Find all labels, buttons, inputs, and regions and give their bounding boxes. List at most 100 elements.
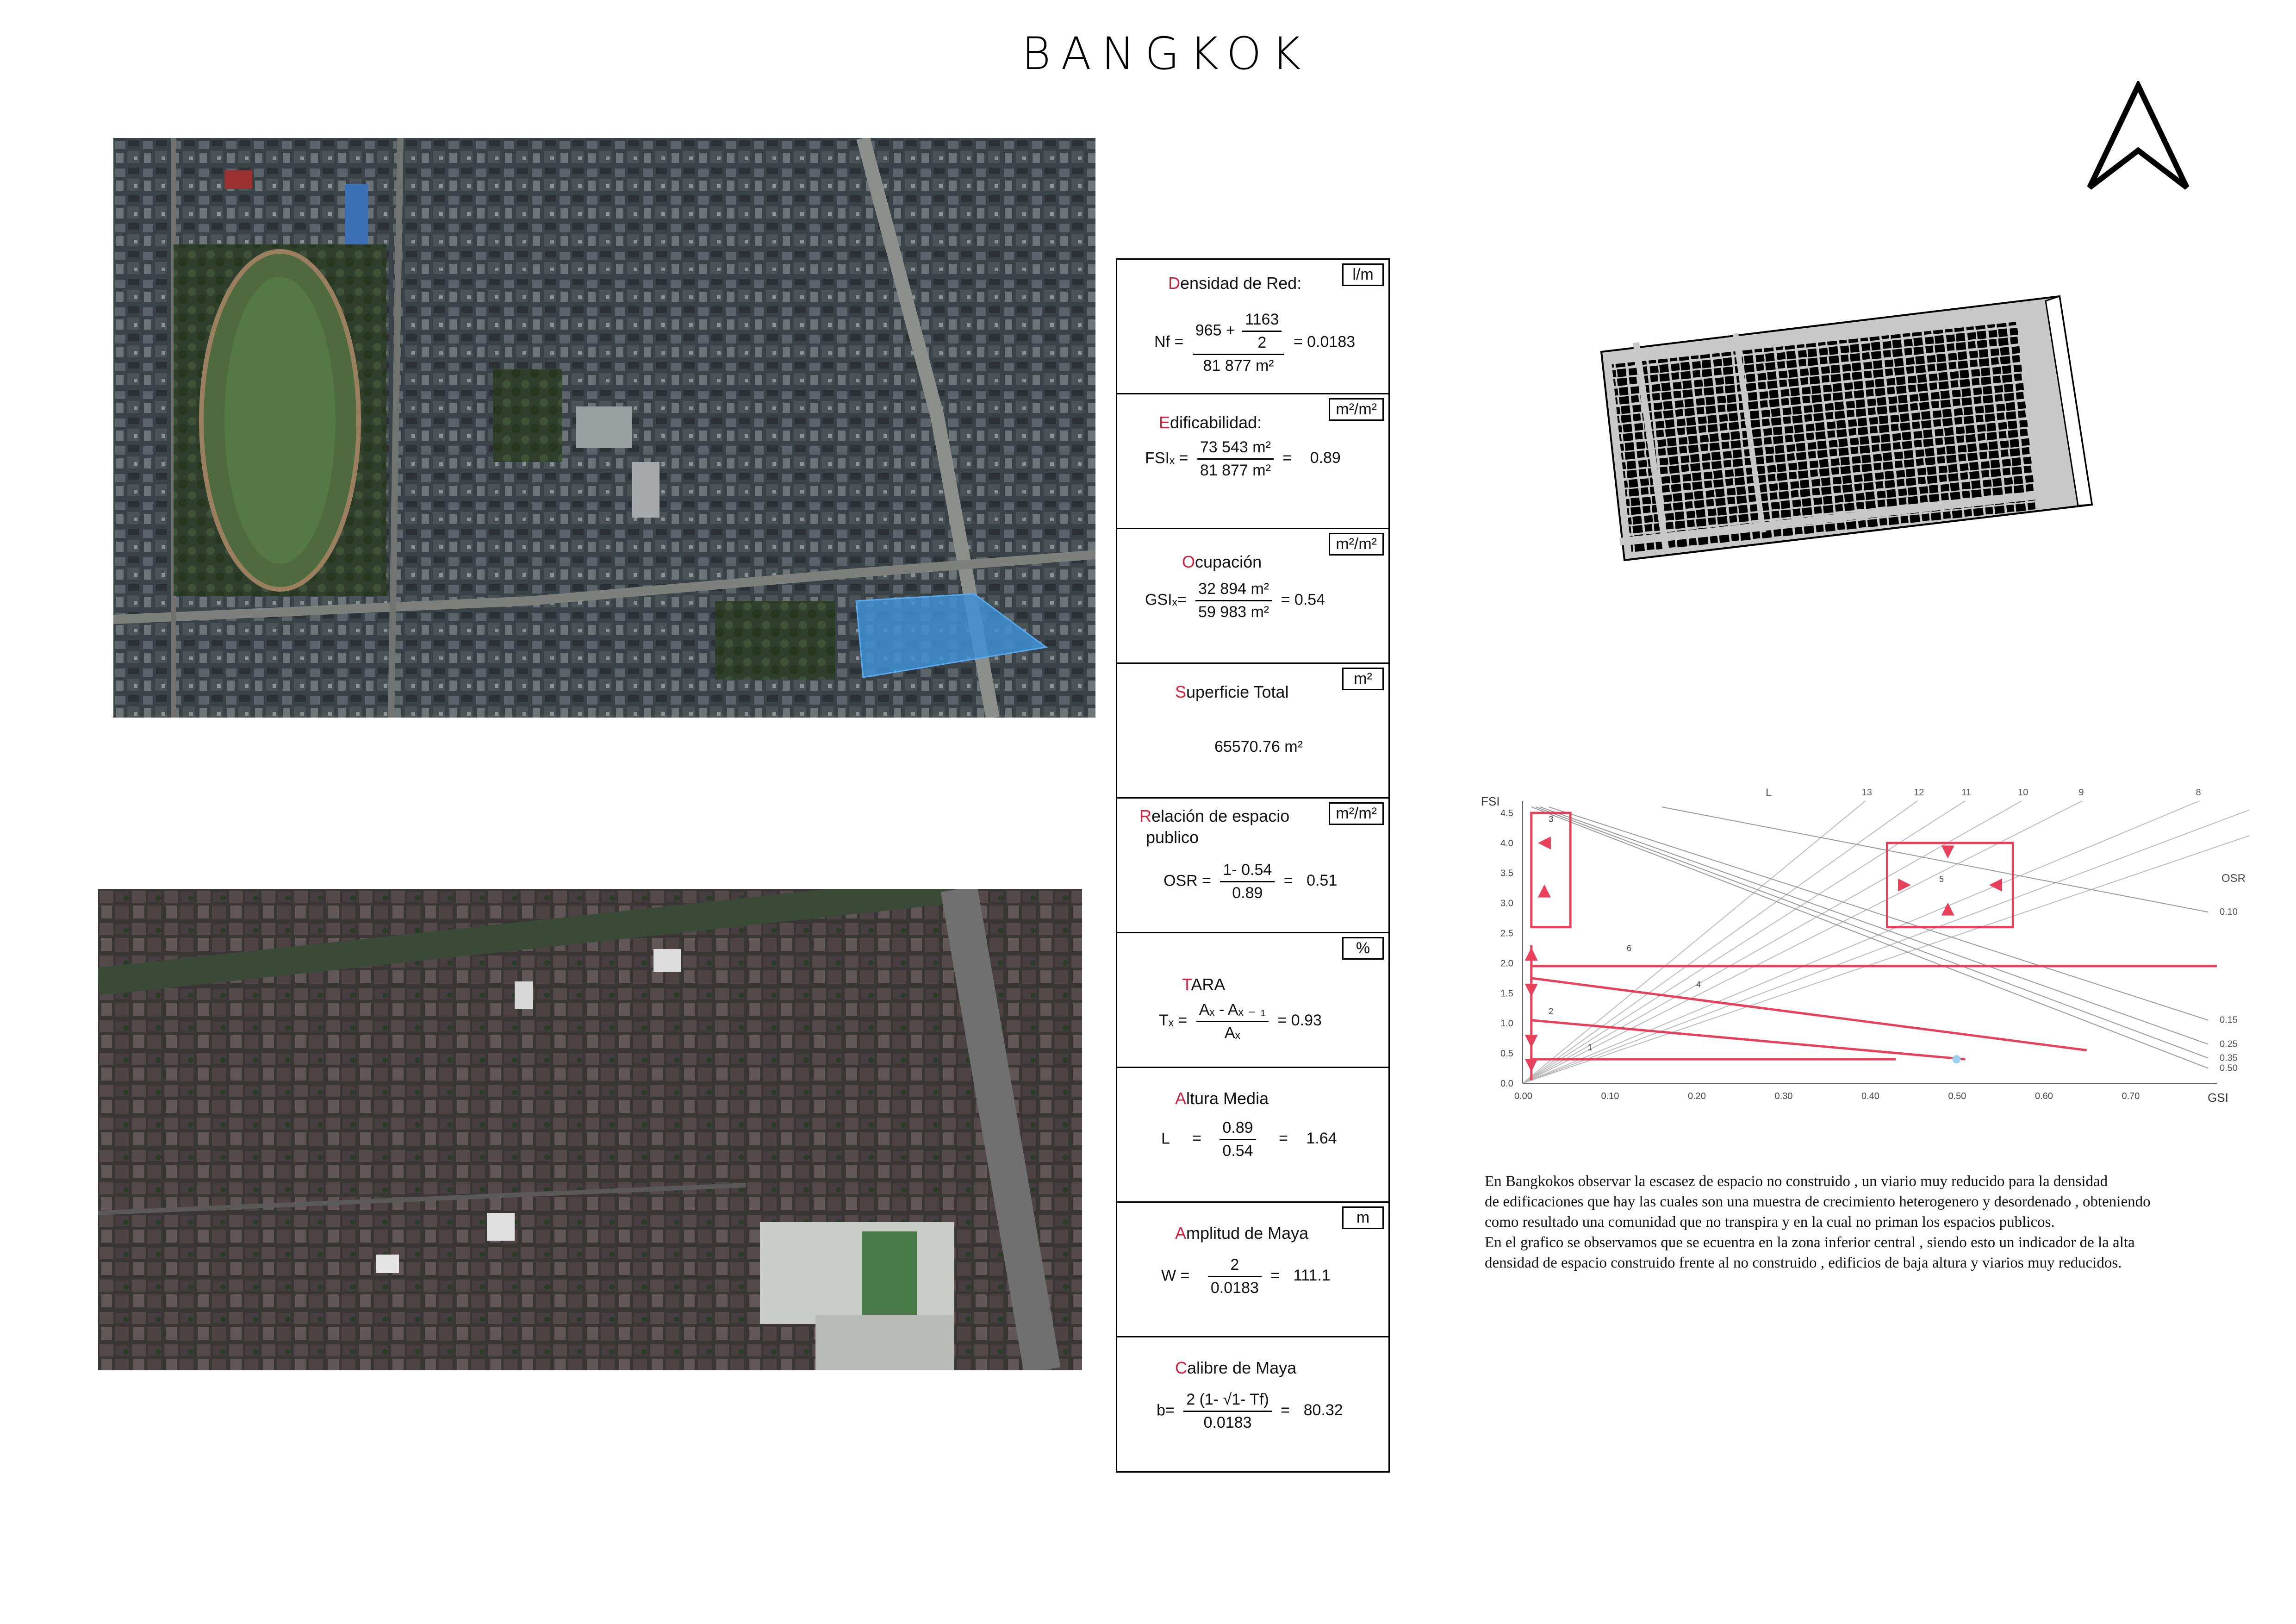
arrow-icon bbox=[1524, 983, 1538, 997]
y-tick-label: 4.0 bbox=[1500, 838, 1513, 849]
y-tick-label: 0.0 bbox=[1500, 1079, 1513, 1089]
aerial-overview-image bbox=[113, 138, 1095, 718]
unit-label: % bbox=[1342, 937, 1384, 960]
unit-label: m² bbox=[1342, 668, 1384, 690]
l-ray bbox=[1522, 800, 1918, 1084]
north-arrow-icon bbox=[2083, 79, 2194, 192]
metric-value: 111.1 bbox=[1293, 1267, 1331, 1285]
metric-title: Edificabilidad: bbox=[1159, 413, 1262, 432]
osr-value-label: 0.35 bbox=[2220, 1053, 2238, 1063]
y-tick-label: 1.5 bbox=[1500, 988, 1513, 999]
spacemate-chart: FSI GSI OSR L 1312111098760.100.150.250.… bbox=[1472, 787, 2296, 1139]
arrow-icon bbox=[1524, 1035, 1538, 1048]
metric-formula: Tₓ = Aₓ - Aₓ ₋ ₁ Aₓ = 0.93 bbox=[1159, 1001, 1322, 1042]
arrow-icon bbox=[1524, 1059, 1538, 1072]
metric-value: 0.93 bbox=[1291, 1011, 1322, 1029]
y-tick-label: 3.0 bbox=[1500, 899, 1513, 909]
metric-value: 80.32 bbox=[1303, 1401, 1343, 1419]
y-tick-label: 2.0 bbox=[1500, 958, 1513, 968]
metric-formula: L = 0.89 0.54 = 1.64 bbox=[1161, 1119, 1337, 1160]
unit-label: m²/m² bbox=[1329, 398, 1384, 421]
metric-ocupacion: m²/m² Ocupación GSIₓ= 32 894 m² 59 983 m²… bbox=[1117, 529, 1388, 664]
metric-formula: FSIₓ = 73 543 m² 81 877 m² = 0.89 bbox=[1145, 438, 1341, 479]
y-tick-label: 1.0 bbox=[1500, 1018, 1513, 1029]
x-tick-label: 0.40 bbox=[1861, 1091, 1879, 1101]
metric-value: 0.51 bbox=[1307, 872, 1338, 890]
metric-title: TARA bbox=[1182, 975, 1226, 994]
zone-number-label: 6 bbox=[1627, 943, 1631, 953]
x-tick-label: 0.00 bbox=[1514, 1091, 1532, 1101]
metric-title: Calibre de Maya bbox=[1175, 1358, 1297, 1377]
l-value-label: 10 bbox=[2018, 787, 2028, 798]
l-value-label: 11 bbox=[1961, 787, 1971, 798]
metric-value: 65570.76 m² bbox=[1214, 738, 1303, 756]
zone-3-box bbox=[1530, 812, 1572, 929]
chart-axes bbox=[1522, 801, 2217, 1084]
osr-value-label: 0.15 bbox=[2220, 1015, 2238, 1025]
metric-formula: OSR = 1- 0.54 0.89 = 0.51 bbox=[1164, 861, 1338, 902]
chart-ticks: 1312111098760.100.150.250.350.500.000.10… bbox=[1500, 787, 2275, 1101]
metric-calibre-maya: Calibre de Maya b= 2 (1- √1- Tf) 0.0183 =… bbox=[1117, 1337, 1388, 1471]
metric-amplitud-maya: m Amplitud de Maya W = 2 0.0183 = 111.1 bbox=[1117, 1203, 1388, 1337]
l-ray bbox=[1522, 800, 1866, 1084]
osr-curve bbox=[1535, 806, 2209, 1059]
arrow-icon bbox=[1537, 884, 1551, 898]
metric-formula: Nf = 965 + 1163 2 81 877 m² = 0.0183 bbox=[1154, 311, 1356, 375]
metric-value: 0.54 bbox=[1294, 591, 1325, 609]
arrow-icon bbox=[1989, 878, 2002, 892]
unit-label: m²/m² bbox=[1329, 802, 1384, 825]
l-value-label: 9 bbox=[2078, 787, 2084, 798]
metric-title: Ocupación bbox=[1182, 552, 1262, 571]
zone-number-label: 5 bbox=[1939, 874, 1944, 884]
arrow-icon bbox=[1941, 902, 1954, 916]
arrow-icon bbox=[1537, 836, 1551, 849]
metric-formula: GSIₓ= 32 894 m² 59 983 m² = 0.54 bbox=[1145, 580, 1325, 621]
arrow-icon bbox=[1898, 878, 1911, 892]
description-line: densidad de espacio construido frente al… bbox=[1485, 1255, 2122, 1271]
l-value-label: 13 bbox=[1862, 787, 1872, 798]
metric-title: Superficie Total bbox=[1175, 682, 1289, 701]
metric-formula: W = 2 0.0183 = 111.1 bbox=[1161, 1256, 1331, 1297]
metric-tara: % TARA Tₓ = Aₓ - Aₓ ₋ ₁ Aₓ = 0.93 bbox=[1117, 933, 1388, 1068]
y-axis-label: FSI bbox=[1481, 794, 1500, 808]
y-tick-label: 4.5 bbox=[1500, 808, 1513, 818]
metric-title: Relación de espacio publico bbox=[1139, 806, 1290, 847]
metric-title: Altura Media bbox=[1175, 1089, 1269, 1108]
metric-value: 0.89 bbox=[1310, 449, 1341, 467]
metric-superficie-total: m² Superficie Total 65570.76 m² bbox=[1117, 664, 1388, 799]
x-tick-label: 0.50 bbox=[1948, 1091, 1966, 1101]
zone-number-label: 4 bbox=[1696, 980, 1701, 989]
unit-label: m bbox=[1342, 1206, 1384, 1229]
unit-label: l/m bbox=[1342, 263, 1384, 286]
x-axis-label: GSI bbox=[2208, 1091, 2228, 1105]
description-line: En el grafico se observamos que se ecuen… bbox=[1485, 1234, 2135, 1251]
zone-number-label: 3 bbox=[1549, 814, 1553, 824]
l-label: L bbox=[1766, 787, 1772, 799]
osr-value-label: 0.50 bbox=[2220, 1063, 2238, 1074]
highlight-point bbox=[1952, 1055, 1961, 1064]
page-title: BANGKOK bbox=[1021, 28, 1311, 80]
metrics-table: l/m Densidad de Red: Nf = 965 + 1163 2 81… bbox=[1116, 258, 1390, 1473]
zone-number-label: 1 bbox=[1588, 1043, 1593, 1052]
metric-edificabilidad: m²/m² Edificabilidad: FSIₓ = 73 543 m² 81… bbox=[1117, 394, 1388, 529]
y-tick-label: 2.5 bbox=[1500, 929, 1513, 939]
osr-value-label: 0.25 bbox=[2220, 1039, 2238, 1049]
metric-value: 0.0183 bbox=[1307, 333, 1356, 351]
metric-title: Amplitud de Maya bbox=[1175, 1224, 1309, 1243]
description-text: En Bangkokos observar la escasez de espa… bbox=[1485, 1171, 2290, 1273]
arrow-icon bbox=[1941, 845, 1954, 859]
site-plan-figure-ground bbox=[1592, 292, 2097, 565]
aerial-closeup-image bbox=[98, 889, 1082, 1370]
l-value-label: 8 bbox=[2196, 787, 2201, 798]
arrow-icon bbox=[1524, 947, 1538, 961]
metric-densidad-red: l/m Densidad de Red: Nf = 965 + 1163 2 81… bbox=[1117, 260, 1388, 394]
x-tick-label: 0.20 bbox=[1688, 1091, 1706, 1101]
description-line: de edificaciones que hay las cuales son … bbox=[1485, 1193, 2151, 1210]
description-line: En Bangkokos observar la escasez de espa… bbox=[1485, 1173, 2108, 1190]
x-tick-label: 0.70 bbox=[2122, 1091, 2140, 1101]
metric-altura-media: Altura Media L = 0.89 0.54 = 1.64 bbox=[1117, 1068, 1388, 1203]
osr-value-label: 0.10 bbox=[2220, 907, 2238, 917]
x-tick-label: 0.10 bbox=[1601, 1091, 1619, 1101]
x-tick-label: 0.60 bbox=[2035, 1091, 2053, 1101]
unit-label: m²/m² bbox=[1329, 533, 1384, 556]
